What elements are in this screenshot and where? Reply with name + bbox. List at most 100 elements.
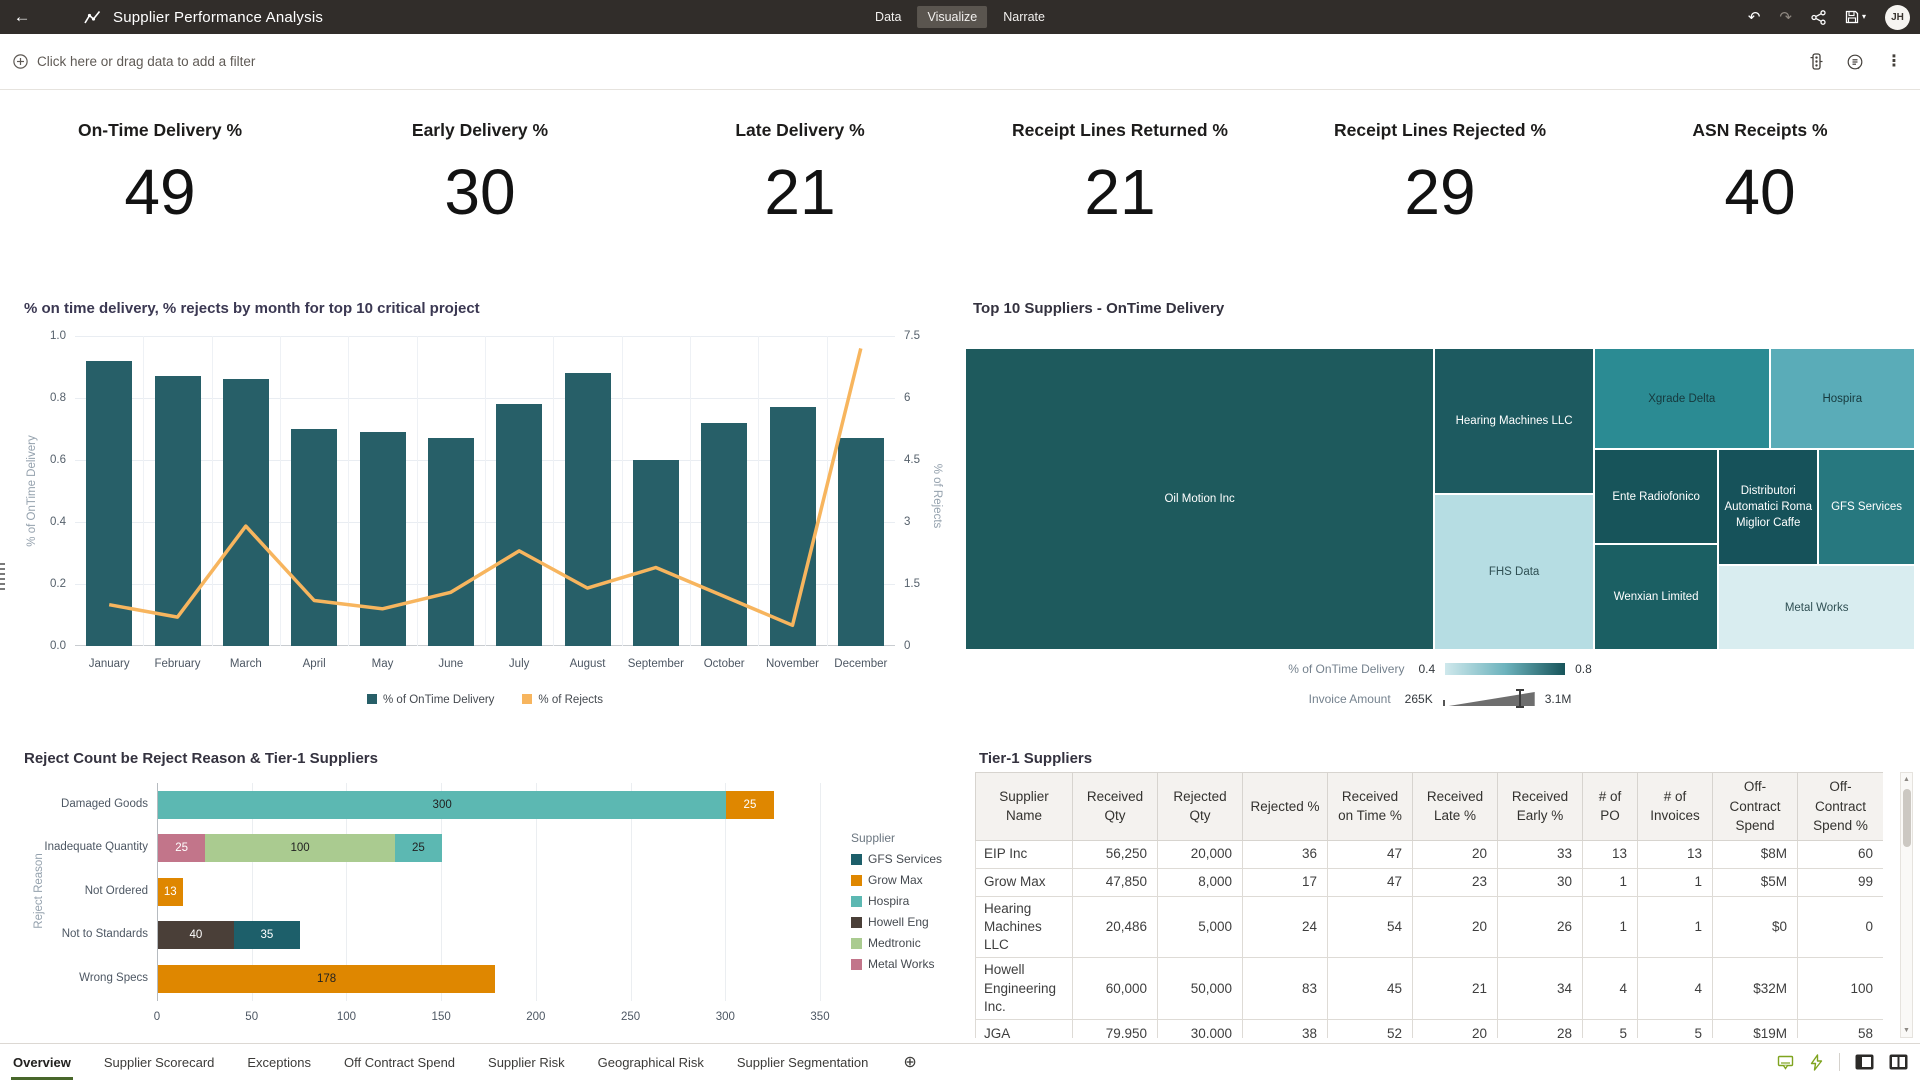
value-cell[interactable]: 60,000 — [1073, 958, 1158, 1020]
column-header[interactable]: Received Early % — [1498, 773, 1583, 841]
value-cell[interactable]: 100 — [1798, 958, 1884, 1020]
value-cell[interactable]: 1 — [1638, 896, 1713, 958]
save-caret-icon[interactable]: ▾ — [1862, 13, 1866, 21]
layout-split-panel-icon[interactable] — [1889, 1054, 1908, 1070]
supplier-legend-item[interactable]: GFS Services — [851, 852, 942, 866]
treemap-tile[interactable]: Metal Works — [1718, 565, 1915, 650]
table-row[interactable]: Hearing Machines LLC20,4865,000245420261… — [976, 896, 1884, 958]
value-cell[interactable]: 21 — [1413, 958, 1498, 1020]
canvas-tab-overview[interactable]: Overview — [13, 1044, 71, 1080]
treemap-tile[interactable]: Wenxian Limited — [1594, 544, 1718, 650]
value-cell[interactable]: 20,486 — [1073, 896, 1158, 958]
supplier-legend-item[interactable]: Metal Works — [851, 957, 942, 971]
table-row[interactable]: EIP Inc56,25020,000364720331313$8M60 — [976, 840, 1884, 868]
treemap-tile[interactable]: Xgrade Delta — [1594, 348, 1770, 449]
value-cell[interactable]: 26 — [1498, 896, 1583, 958]
kpi-tile[interactable]: Receipt Lines Rejected %29 — [1280, 90, 1600, 275]
value-cell[interactable]: 17 — [1243, 868, 1328, 896]
treemap-tile[interactable]: FHS Data — [1434, 494, 1594, 650]
value-cell[interactable]: 54 — [1328, 896, 1413, 958]
legend-item[interactable]: % of OnTime Delivery — [367, 694, 494, 706]
value-cell[interactable]: 5 — [1583, 1020, 1638, 1039]
value-cell[interactable]: 20 — [1413, 896, 1498, 958]
mode-tab-data[interactable]: Data — [865, 6, 911, 28]
supplier-legend-item[interactable]: Hospira — [851, 894, 942, 908]
bar-segment-howell-eng[interactable]: 40 — [158, 921, 234, 949]
value-cell[interactable]: $32M — [1713, 958, 1798, 1020]
back-icon[interactable]: ← — [0, 7, 44, 27]
column-header[interactable]: Supplier Name — [976, 773, 1073, 841]
supplier-name-cell[interactable]: Grow Max — [976, 868, 1073, 896]
column-header[interactable]: Received Late % — [1413, 773, 1498, 841]
bar-segment-hospira[interactable]: 25 — [395, 834, 442, 862]
kpi-tile[interactable]: Early Delivery %30 — [320, 90, 640, 275]
canvas-tab-supplier-scorecard[interactable]: Supplier Scorecard — [104, 1044, 215, 1080]
supplier-name-cell[interactable]: EIP Inc — [976, 840, 1073, 868]
value-cell[interactable]: 0 — [1798, 896, 1884, 958]
value-cell[interactable]: 1 — [1638, 868, 1713, 896]
table-scrollbar[interactable]: ▲ ▼ — [1900, 772, 1913, 1038]
value-cell[interactable]: 8,000 — [1158, 868, 1243, 896]
value-cell[interactable]: 30,000 — [1158, 1020, 1243, 1039]
value-cell[interactable]: 56,250 — [1073, 840, 1158, 868]
supplier-name-cell[interactable]: Howell Engineering Inc. — [976, 958, 1073, 1020]
mode-tab-visualize[interactable]: Visualize — [917, 6, 987, 28]
canvas-tab-supplier-segmentation[interactable]: Supplier Segmentation — [737, 1044, 869, 1080]
value-cell[interactable]: 36 — [1243, 840, 1328, 868]
value-cell[interactable]: 33 — [1498, 840, 1583, 868]
undo-icon[interactable]: ↶ — [1748, 10, 1761, 25]
column-header[interactable]: # of PO — [1583, 773, 1638, 841]
value-cell[interactable]: 1 — [1583, 868, 1638, 896]
value-cell[interactable]: 28 — [1498, 1020, 1583, 1039]
bar-segment-gfs-services[interactable]: 35 — [234, 921, 300, 949]
treemap-tile[interactable]: Ente Radiofonico — [1594, 449, 1718, 544]
column-header[interactable]: Received Qty — [1073, 773, 1158, 841]
value-cell[interactable]: 24 — [1243, 896, 1328, 958]
canvas-tab-off-contract-spend[interactable]: Off Contract Spend — [344, 1044, 455, 1080]
value-cell[interactable]: 5 — [1638, 1020, 1713, 1039]
value-cell[interactable]: $0 — [1713, 896, 1798, 958]
bar-segment-grow-max[interactable]: 178 — [158, 965, 495, 993]
bar-segment-medtronic[interactable]: 100 — [205, 834, 394, 862]
value-cell[interactable]: 20 — [1413, 1020, 1498, 1039]
value-cell[interactable]: 45 — [1328, 958, 1413, 1020]
table-row[interactable]: JGA79,95030,0003852202855$19M58 — [976, 1020, 1884, 1039]
treemap-tile[interactable]: GFS Services — [1818, 449, 1915, 565]
supplier-legend-item[interactable]: Grow Max — [851, 873, 942, 887]
bar-segment-grow-max[interactable]: 13 — [158, 878, 183, 906]
value-cell[interactable]: 47 — [1328, 868, 1413, 896]
scrollbar-thumb[interactable] — [1903, 789, 1911, 847]
table-row[interactable]: Grow Max47,8508,0001747233011$5M99 — [976, 868, 1884, 896]
kpi-tile[interactable]: On-Time Delivery %49 — [0, 90, 320, 275]
column-header[interactable]: Off-Contract Spend — [1713, 773, 1798, 841]
add-canvas-icon[interactable]: ⊕ — [903, 1052, 916, 1072]
kebab-menu-icon[interactable]: ⋮ — [1886, 54, 1902, 70]
column-header[interactable]: # of Invoices — [1638, 773, 1713, 841]
panel-expand-handle[interactable] — [0, 563, 5, 591]
value-cell[interactable]: 79,950 — [1073, 1020, 1158, 1039]
column-header[interactable]: Rejected Qty — [1158, 773, 1243, 841]
value-cell[interactable]: 13 — [1583, 840, 1638, 868]
value-cell[interactable]: 60 — [1798, 840, 1884, 868]
canvas-tab-supplier-risk[interactable]: Supplier Risk — [488, 1044, 565, 1080]
redo-icon[interactable]: ↷ — [1779, 10, 1792, 25]
column-header[interactable]: Received on Time % — [1328, 773, 1413, 841]
avatar[interactable]: JH — [1885, 5, 1910, 30]
value-cell[interactable]: 34 — [1498, 958, 1583, 1020]
value-cell[interactable]: 83 — [1243, 958, 1328, 1020]
share-icon[interactable] — [1811, 10, 1826, 25]
value-cell[interactable]: 52 — [1328, 1020, 1413, 1039]
value-cell[interactable]: 50,000 — [1158, 958, 1243, 1020]
kpi-tile[interactable]: ASN Receipts %40 — [1600, 90, 1920, 275]
supplier-name-cell[interactable]: JGA — [976, 1020, 1073, 1039]
value-cell[interactable]: 47,850 — [1073, 868, 1158, 896]
legend-item[interactable]: % of Rejects — [522, 694, 603, 706]
bar-segment-grow-max[interactable]: 25 — [726, 791, 773, 819]
value-cell[interactable]: 23 — [1413, 868, 1498, 896]
value-cell[interactable]: 99 — [1798, 868, 1884, 896]
tooltip-icon[interactable] — [1777, 1054, 1794, 1071]
value-cell[interactable]: 30 — [1498, 868, 1583, 896]
value-cell[interactable]: 1 — [1583, 896, 1638, 958]
table-row[interactable]: Howell Engineering Inc.60,00050,00083452… — [976, 958, 1884, 1020]
value-cell[interactable]: $19M — [1713, 1020, 1798, 1039]
